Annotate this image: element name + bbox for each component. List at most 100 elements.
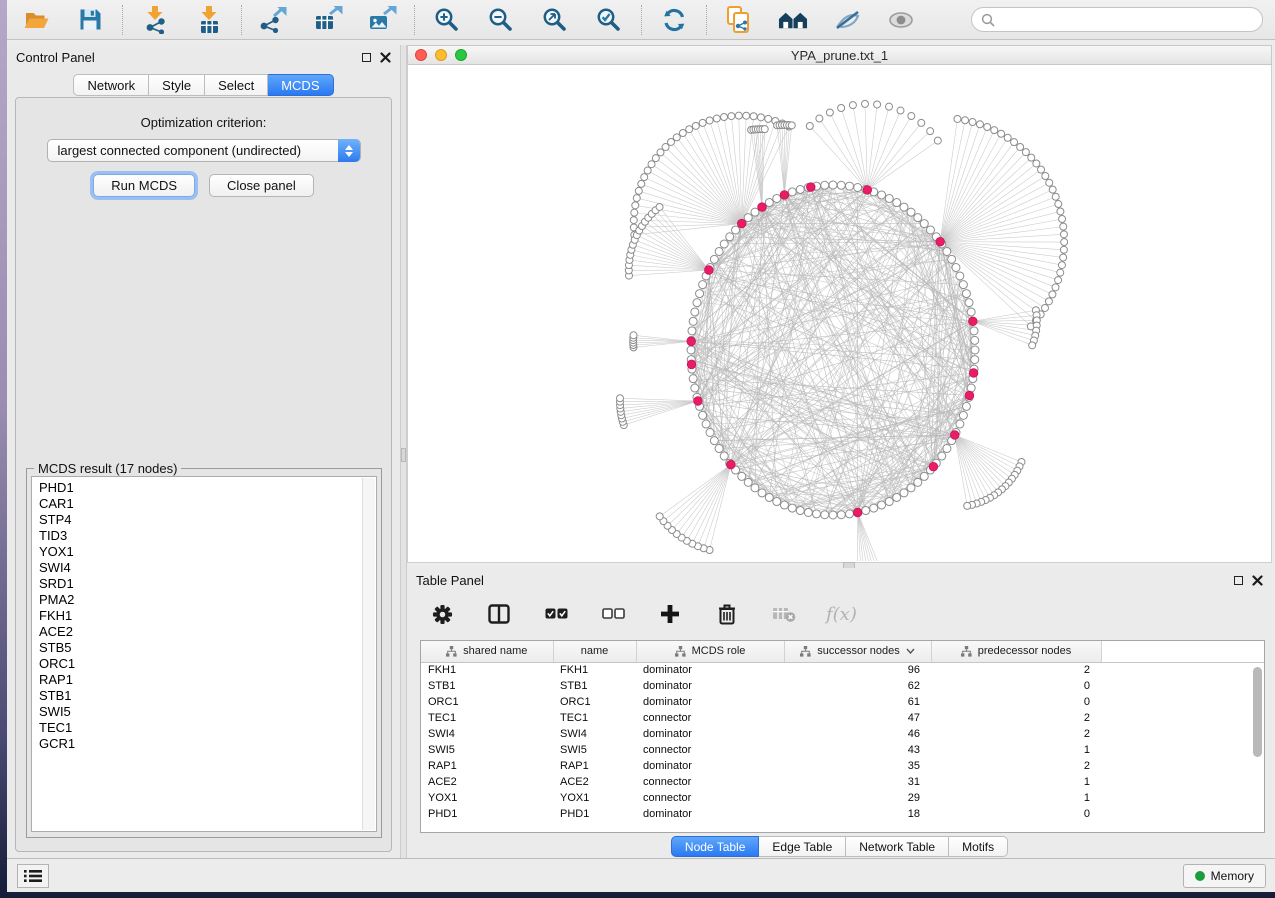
cell-role[interactable]: dominator <box>636 726 784 742</box>
table-row[interactable]: PHD1PHD1dominator180 <box>421 806 1264 822</box>
new-network-from-selection-icon[interactable] <box>724 5 754 35</box>
splitter-grip[interactable] <box>401 448 406 462</box>
cell-predecessors[interactable]: 0 <box>931 678 1101 694</box>
tab-motifs[interactable]: Motifs <box>949 836 1008 857</box>
export-table-icon[interactable] <box>313 5 343 35</box>
column-header-successor-nodes[interactable]: successor nodes <box>784 641 931 662</box>
cell-successors[interactable]: 18 <box>784 806 931 822</box>
column-header-predecessor-nodes[interactable]: predecessor nodes <box>931 641 1101 662</box>
column-header-shared-name[interactable]: shared name <box>421 641 553 662</box>
cell-successors[interactable]: 46 <box>784 726 931 742</box>
cell-successors[interactable]: 61 <box>784 694 931 710</box>
close-panel-button[interactable]: Close panel <box>209 174 314 197</box>
delete-table-icon[interactable] <box>769 599 799 629</box>
search-input[interactable] <box>1000 13 1253 27</box>
mcds-result-item[interactable]: SRD1 <box>39 576 360 592</box>
column-header-name[interactable]: name <box>553 641 636 662</box>
show-graphics-details-icon[interactable] <box>886 5 916 35</box>
zoom-out-icon[interactable] <box>486 5 516 35</box>
list-scrollbar[interactable] <box>362 478 375 830</box>
zoom-in-icon[interactable] <box>432 5 462 35</box>
criterion-dropdown[interactable]: largest connected component (undirected) <box>47 139 361 162</box>
mcds-result-item[interactable]: RAP1 <box>39 672 360 688</box>
mcds-result-item[interactable]: ORC1 <box>39 656 360 672</box>
table-row[interactable]: ORC1ORC1dominator610 <box>421 694 1264 710</box>
import-table-icon[interactable] <box>194 5 224 35</box>
tab-network[interactable]: Network <box>73 74 149 96</box>
table-settings-icon[interactable] <box>427 599 457 629</box>
memory-button[interactable]: Memory <box>1183 864 1266 888</box>
cell-shared_name[interactable]: FKH1 <box>421 662 553 678</box>
mcds-result-item[interactable]: SWI4 <box>39 560 360 576</box>
close-window-icon[interactable] <box>415 49 427 61</box>
table-row[interactable]: SWI5SWI5connector431 <box>421 742 1264 758</box>
mcds-result-item[interactable]: SWI5 <box>39 704 360 720</box>
run-mcds-button[interactable]: Run MCDS <box>93 174 195 197</box>
cell-successors[interactable]: 43 <box>784 742 931 758</box>
vertical-splitter[interactable] <box>400 45 407 858</box>
cell-successors[interactable]: 29 <box>784 790 931 806</box>
add-row-icon[interactable] <box>655 599 685 629</box>
float-panel-icon[interactable] <box>1234 576 1243 585</box>
cell-shared_name[interactable]: SWI4 <box>421 726 553 742</box>
cell-successors[interactable]: 96 <box>784 662 931 678</box>
save-session-icon[interactable] <box>75 5 105 35</box>
search-box[interactable] <box>971 7 1263 32</box>
cell-predecessors[interactable]: 2 <box>931 710 1101 726</box>
cell-name[interactable]: TEC1 <box>553 710 636 726</box>
cell-shared_name[interactable]: RAP1 <box>421 758 553 774</box>
tab-node-table[interactable]: Node Table <box>671 836 760 857</box>
cell-name[interactable]: SWI4 <box>553 726 636 742</box>
cell-predecessors[interactable]: 2 <box>931 662 1101 678</box>
maximize-window-icon[interactable] <box>455 49 467 61</box>
cell-name[interactable]: RAP1 <box>553 758 636 774</box>
mcds-result-list[interactable]: PHD1CAR1STP4TID3YOX1SWI4SRD1PMA2FKH1ACE2… <box>31 476 377 832</box>
first-neighbors-icon[interactable] <box>778 5 808 35</box>
task-history-button[interactable] <box>17 864 49 888</box>
open-file-icon[interactable] <box>21 5 51 35</box>
mcds-result-item[interactable]: STB1 <box>39 688 360 704</box>
table-row[interactable]: ACE2ACE2connector311 <box>421 774 1264 790</box>
tab-network-table[interactable]: Network Table <box>846 836 949 857</box>
mcds-result-item[interactable]: PHD1 <box>39 480 360 496</box>
cell-shared_name[interactable]: YOX1 <box>421 790 553 806</box>
select-all-icon[interactable] <box>541 599 571 629</box>
table-row[interactable]: FKH1FKH1dominator962 <box>421 662 1264 678</box>
delete-row-icon[interactable] <box>712 599 742 629</box>
zoom-fit-icon[interactable] <box>540 5 570 35</box>
import-network-icon[interactable] <box>140 5 170 35</box>
tab-edge-table[interactable]: Edge Table <box>759 836 846 857</box>
cell-predecessors[interactable]: 0 <box>931 806 1101 822</box>
export-network-icon[interactable] <box>259 5 289 35</box>
network-graph[interactable] <box>408 65 1270 561</box>
cell-predecessors[interactable]: 1 <box>931 742 1101 758</box>
cell-successors[interactable]: 62 <box>784 678 931 694</box>
mcds-result-item[interactable]: TID3 <box>39 528 360 544</box>
table-row[interactable]: YOX1YOX1connector291 <box>421 790 1264 806</box>
table-row[interactable]: TEC1TEC1connector472 <box>421 710 1264 726</box>
cell-name[interactable]: SWI5 <box>553 742 636 758</box>
table-row[interactable]: RAP1RAP1dominator352 <box>421 758 1264 774</box>
cell-name[interactable]: PHD1 <box>553 806 636 822</box>
close-panel-icon[interactable] <box>380 52 391 63</box>
minimize-window-icon[interactable] <box>435 49 447 61</box>
cell-name[interactable]: ORC1 <box>553 694 636 710</box>
mcds-result-item[interactable]: CAR1 <box>39 496 360 512</box>
column-header-mcds-role[interactable]: MCDS role <box>636 641 784 662</box>
zoom-selected-icon[interactable] <box>594 5 624 35</box>
cell-shared_name[interactable]: ORC1 <box>421 694 553 710</box>
cell-role[interactable]: dominator <box>636 806 784 822</box>
tab-mcds[interactable]: MCDS <box>268 74 333 96</box>
tab-style[interactable]: Style <box>149 74 205 96</box>
mcds-result-item[interactable]: GCR1 <box>39 736 360 752</box>
cell-role[interactable]: connector <box>636 742 784 758</box>
cell-name[interactable]: ACE2 <box>553 774 636 790</box>
mcds-result-item[interactable]: FKH1 <box>39 608 360 624</box>
deselect-all-icon[interactable] <box>598 599 628 629</box>
cell-predecessors[interactable]: 0 <box>931 694 1101 710</box>
cell-shared_name[interactable]: ACE2 <box>421 774 553 790</box>
close-panel-icon[interactable] <box>1252 575 1263 586</box>
cell-name[interactable]: YOX1 <box>553 790 636 806</box>
cell-shared_name[interactable]: PHD1 <box>421 806 553 822</box>
apply-layout-icon[interactable] <box>659 5 689 35</box>
